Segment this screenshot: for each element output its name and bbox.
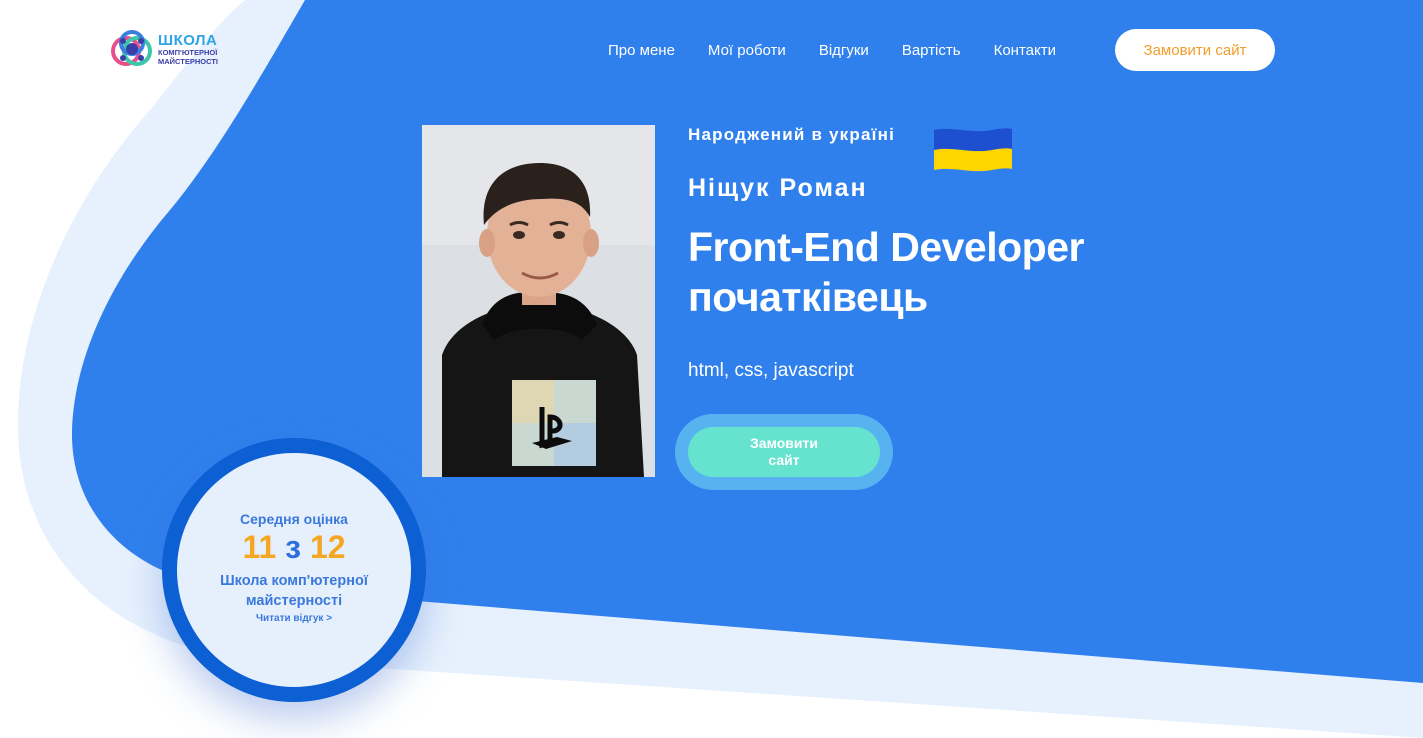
born-in-ukraine-text: Народжений в україні — [688, 125, 895, 144]
rating-max: 12 — [309, 529, 346, 565]
logo-title: ШКОЛА — [158, 32, 218, 49]
logo-subtitle-2: МАЙСТЕРНОСТІ — [158, 56, 219, 66]
rating-label: Середня оцінка — [240, 511, 348, 527]
hero-cta-line-2: сайт — [768, 452, 800, 468]
school-logo[interactable]: ШКОЛА КОМП'ЮТЕРНОЇ МАЙСТЕРНОСТІ — [110, 27, 230, 71]
nav-link-pricing[interactable]: Вартість — [902, 42, 961, 59]
main-nav: Про мене Мої роботи Відгуки Вартість Кон… — [608, 42, 1089, 59]
rating-school-line-1: Школа комп'ютерної — [220, 573, 368, 589]
ukraine-flag-icon — [932, 126, 1014, 172]
headline-line-1: Front-End Developer — [688, 224, 1084, 270]
skills-text: html, css, javascript — [688, 360, 854, 381]
rating-value: 11 — [242, 529, 277, 565]
logo-subtitle-1: КОМП'ЮТЕРНОЇ — [158, 48, 218, 57]
rating-badge: Середня оцінка 11 з 12 Школа комп'ютерно… — [177, 453, 411, 687]
nav-link-reviews[interactable]: Відгуки — [819, 42, 869, 59]
headline-line-2: початківець — [688, 274, 928, 320]
rating-school: Школа комп'ютерної майстерності — [197, 571, 391, 611]
developer-name: Ніщук Роман — [688, 174, 868, 202]
hero-cta-line-1: Замовити — [750, 435, 818, 451]
order-site-header-button[interactable]: Замовити сайт — [1115, 29, 1275, 71]
headline: Front-End Developer початківець — [688, 222, 1084, 322]
rating-school-line-2: майстерності — [245, 593, 343, 609]
rating-of: з — [285, 529, 302, 565]
nav-link-about[interactable]: Про мене — [608, 42, 675, 59]
nav-link-contacts[interactable]: Контакти — [994, 42, 1056, 59]
nav-link-works[interactable]: Мої роботи — [708, 42, 786, 59]
logo-emblem-icon — [110, 27, 154, 71]
read-review-link[interactable]: Читати відгук > — [177, 613, 411, 624]
profile-photo — [422, 125, 655, 477]
rating-score: 11 з 12 — [177, 529, 411, 566]
order-site-hero-button[interactable]: Замовити сайт — [688, 427, 880, 477]
